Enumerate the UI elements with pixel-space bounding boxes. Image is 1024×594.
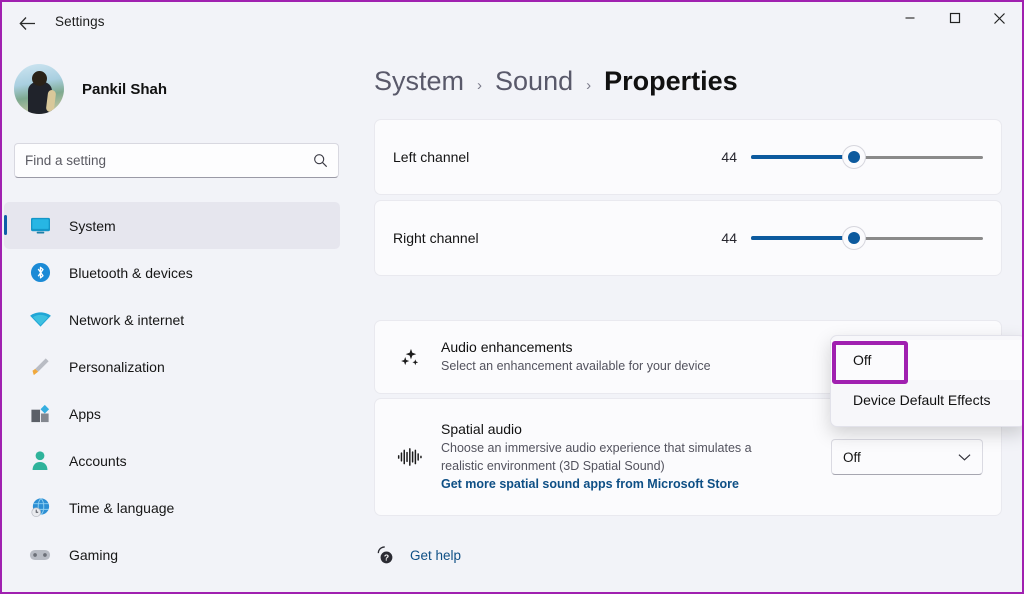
spatial-audio-subtitle-line1: Choose an immersive audio experience tha…: [441, 439, 831, 457]
right-channel-card: Right channel 44: [374, 200, 1002, 276]
avatar: [14, 64, 64, 114]
sidebar-item-system[interactable]: System: [4, 202, 340, 249]
user-name: Pankil Shah: [82, 81, 167, 98]
right-channel-label: Right channel: [393, 230, 479, 246]
title-bar: Settings: [2, 2, 1022, 42]
wifi-icon: [27, 308, 53, 332]
content-area: System › Sound › Properties Left channel…: [350, 46, 1022, 592]
sidebar-item-personalization[interactable]: Personalization: [4, 343, 340, 390]
app-title: Settings: [55, 14, 105, 29]
sidebar: Pankil Shah System: [2, 46, 350, 592]
svg-text:?: ?: [383, 552, 388, 562]
close-icon: [993, 12, 1006, 25]
bluetooth-icon: [27, 261, 53, 285]
sidebar-item-label: Personalization: [69, 359, 165, 375]
search-input[interactable]: [25, 153, 313, 168]
slider-thumb[interactable]: [843, 146, 865, 168]
gamepad-icon: [27, 543, 53, 567]
sidebar-item-label: Accounts: [69, 453, 127, 469]
sparkle-icon: [393, 340, 427, 374]
page-title: Properties: [604, 66, 738, 97]
clock-globe-icon: [27, 496, 53, 520]
spatial-audio-dropdown[interactable]: Off: [831, 439, 983, 475]
spatial-audio-title: Spatial audio: [441, 421, 831, 437]
minimize-button[interactable]: [887, 2, 932, 34]
get-help-link[interactable]: ? Get help: [374, 544, 461, 566]
dropdown-option-device-default-effects[interactable]: Device Default Effects: [831, 380, 1022, 420]
waveform-icon: [393, 440, 427, 474]
sidebar-item-label: Gaming: [69, 547, 118, 563]
spatial-audio-dropdown-value: Off: [843, 450, 861, 465]
sidebar-item-bluetooth-devices[interactable]: Bluetooth & devices: [4, 249, 340, 296]
maximize-button[interactable]: [932, 2, 977, 34]
sidebar-item-label: Time & language: [69, 500, 174, 516]
minimize-icon: [904, 12, 916, 24]
sidebar-item-gaming[interactable]: Gaming: [4, 531, 340, 578]
close-button[interactable]: [977, 2, 1022, 34]
spatial-sound-store-link[interactable]: Get more spatial sound apps from Microso…: [441, 477, 739, 491]
sidebar-item-label: Apps: [69, 406, 101, 422]
monitor-icon: [27, 214, 53, 238]
dropdown-option-off[interactable]: Off: [831, 340, 1022, 380]
sidebar-item-label: System: [69, 218, 116, 234]
window-controls: [887, 2, 1022, 34]
back-button[interactable]: [10, 10, 44, 36]
right-channel-slider[interactable]: [751, 227, 983, 249]
chevron-down-icon: [958, 453, 971, 462]
maximize-icon: [949, 12, 961, 24]
slider-fill: [751, 236, 854, 240]
user-profile[interactable]: Pankil Shah: [14, 64, 167, 114]
search-box[interactable]: [14, 143, 339, 178]
left-channel-slider[interactable]: [751, 146, 983, 168]
left-channel-card: Left channel 44: [374, 119, 1002, 195]
left-channel-label: Left channel: [393, 149, 469, 165]
sidebar-item-network-internet[interactable]: Network & internet: [4, 296, 340, 343]
apps-icon: [27, 402, 53, 426]
sidebar-item-apps[interactable]: Apps: [4, 390, 340, 437]
breadcrumb-separator: ›: [477, 77, 482, 94]
paintbrush-icon: [27, 355, 53, 379]
search-icon: [313, 153, 328, 168]
slider-fill: [751, 155, 854, 159]
spatial-audio-subtitle-line2: realistic environment (3D Spatial Sound): [441, 457, 831, 475]
audio-enhancements-dropdown-flyout: Off Device Default Effects: [830, 335, 1022, 427]
person-icon: [27, 449, 53, 473]
back-arrow-icon: [19, 16, 36, 31]
breadcrumb: System › Sound › Properties: [374, 66, 738, 97]
get-help-label: Get help: [410, 548, 461, 563]
left-channel-value: 44: [717, 149, 737, 165]
breadcrumb-system[interactable]: System: [374, 66, 464, 97]
breadcrumb-sound[interactable]: Sound: [495, 66, 573, 97]
sidebar-item-accounts[interactable]: Accounts: [4, 437, 340, 484]
slider-thumb[interactable]: [843, 227, 865, 249]
sidebar-item-label: Network & internet: [69, 312, 184, 328]
sidebar-item-time-language[interactable]: Time & language: [4, 484, 340, 531]
sidebar-nav: System Bluetooth & devices: [2, 202, 350, 578]
help-question-icon: ?: [374, 544, 396, 566]
right-channel-value: 44: [717, 230, 737, 246]
sidebar-item-label: Bluetooth & devices: [69, 265, 193, 281]
breadcrumb-separator: ›: [586, 77, 591, 94]
